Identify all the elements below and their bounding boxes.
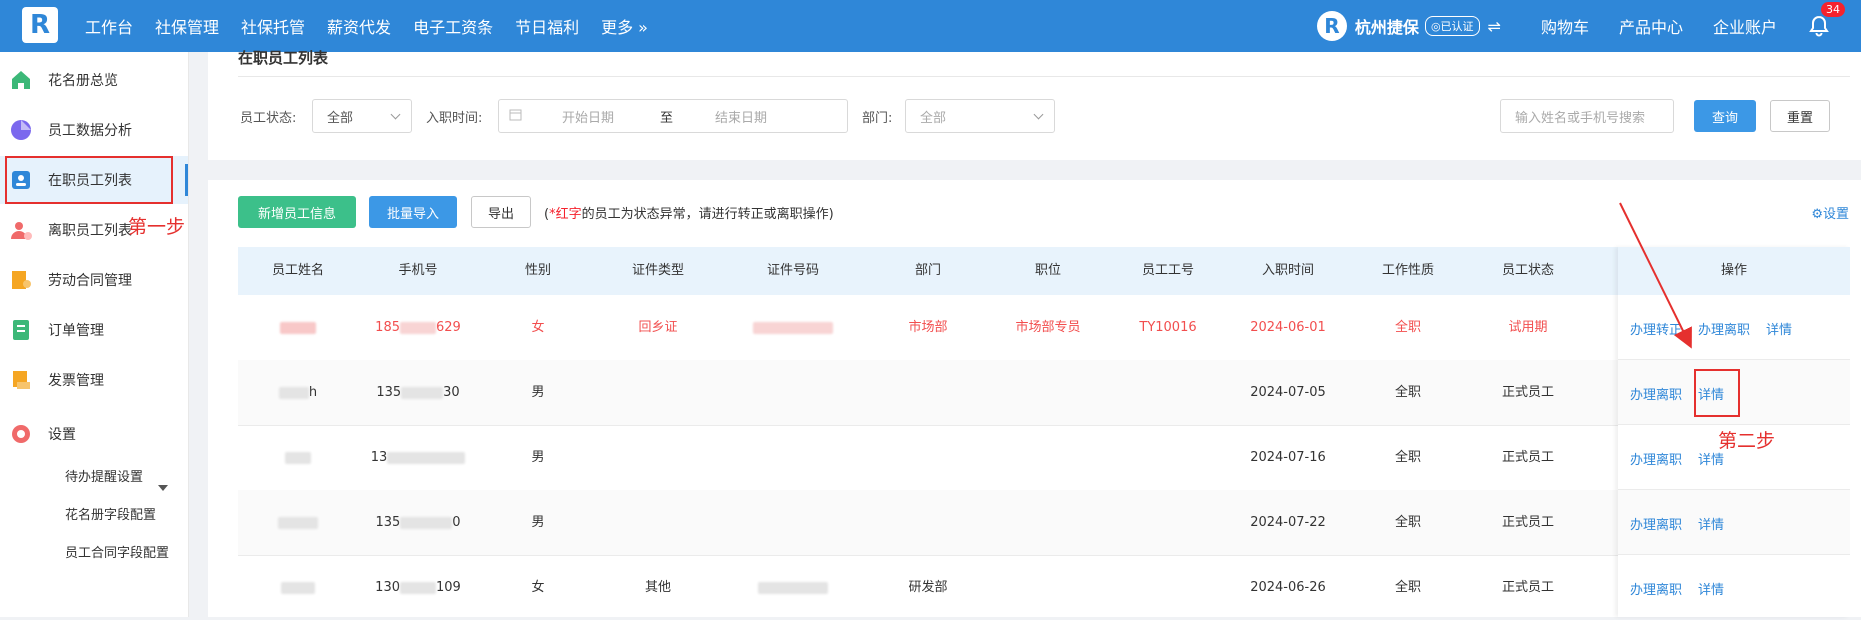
annotation-arrow [1619,202,1692,349]
